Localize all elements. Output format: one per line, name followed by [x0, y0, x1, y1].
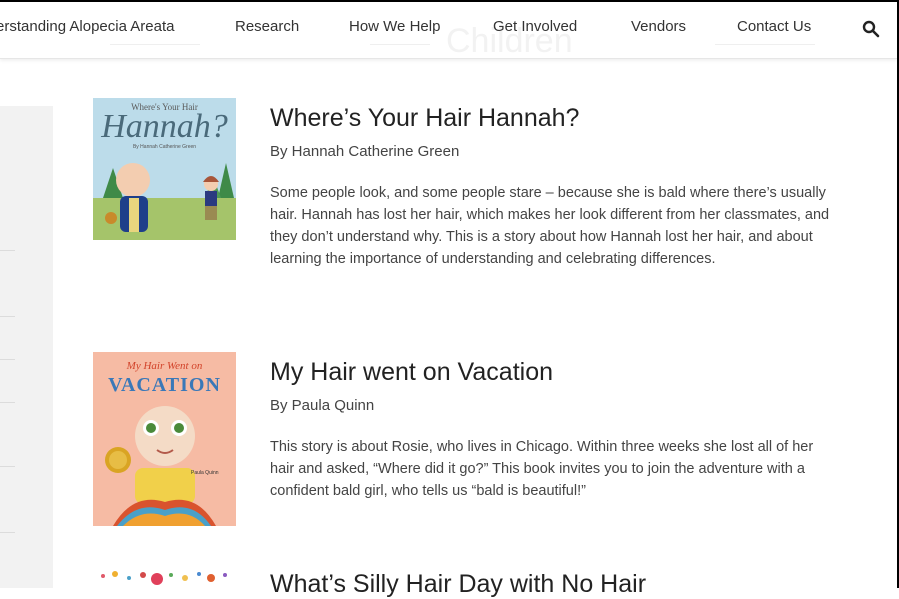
cover-illustration [101, 571, 227, 585]
nav-vendors[interactable]: Vendors [631, 18, 686, 35]
sidebar-divider [0, 466, 15, 467]
nav-divider [370, 44, 430, 45]
book-author: By Paula Quinn [270, 397, 375, 414]
nav-understanding-alopecia[interactable]: erstanding Alopecia Areata [0, 18, 174, 35]
book-cover-hannah[interactable]: Where's Your Hair Hannah? By Hannah Cath… [93, 98, 236, 240]
book-cover-vacation[interactable]: My Hair Went on VACATION Paula Quinn [93, 352, 236, 526]
sidebar-divider [0, 532, 15, 533]
book-author: By Hannah Catherine Green [270, 143, 460, 160]
nav-research[interactable]: Research [235, 18, 299, 35]
nav-divider [715, 44, 815, 45]
cover-title: VACATION [108, 374, 221, 396]
sidebar-divider [0, 250, 15, 251]
sidebar-divider [0, 359, 15, 360]
search-icon[interactable] [862, 20, 880, 38]
nav-how-we-help[interactable]: How We Help [349, 18, 440, 35]
nav-contact-us[interactable]: Contact Us [737, 18, 811, 35]
book-title[interactable]: Where’s Your Hair Hannah? [270, 104, 579, 133]
cover-byline: By Hannah Catherine Green [132, 144, 197, 150]
book-title[interactable]: What’s Silly Hair Day with No Hair [270, 570, 646, 599]
cover-author: Paula Quinn [191, 470, 219, 476]
sidebar-panel [0, 106, 53, 588]
cover-title: Hannah? [101, 108, 228, 145]
sidebar-divider [0, 402, 15, 403]
nav-get-involved[interactable]: Get Involved [493, 18, 577, 35]
nav-divider [110, 44, 200, 45]
sidebar-divider [0, 316, 15, 317]
cover-subtitle: My Hair Went on [126, 360, 203, 372]
book-title[interactable]: My Hair went on Vacation [270, 358, 553, 387]
book-cover-silly-hair-day[interactable] [93, 566, 236, 588]
book-description: Some people look, and some people stare … [270, 185, 830, 267]
book-description: This story is about Rosie, who lives in … [270, 439, 814, 499]
